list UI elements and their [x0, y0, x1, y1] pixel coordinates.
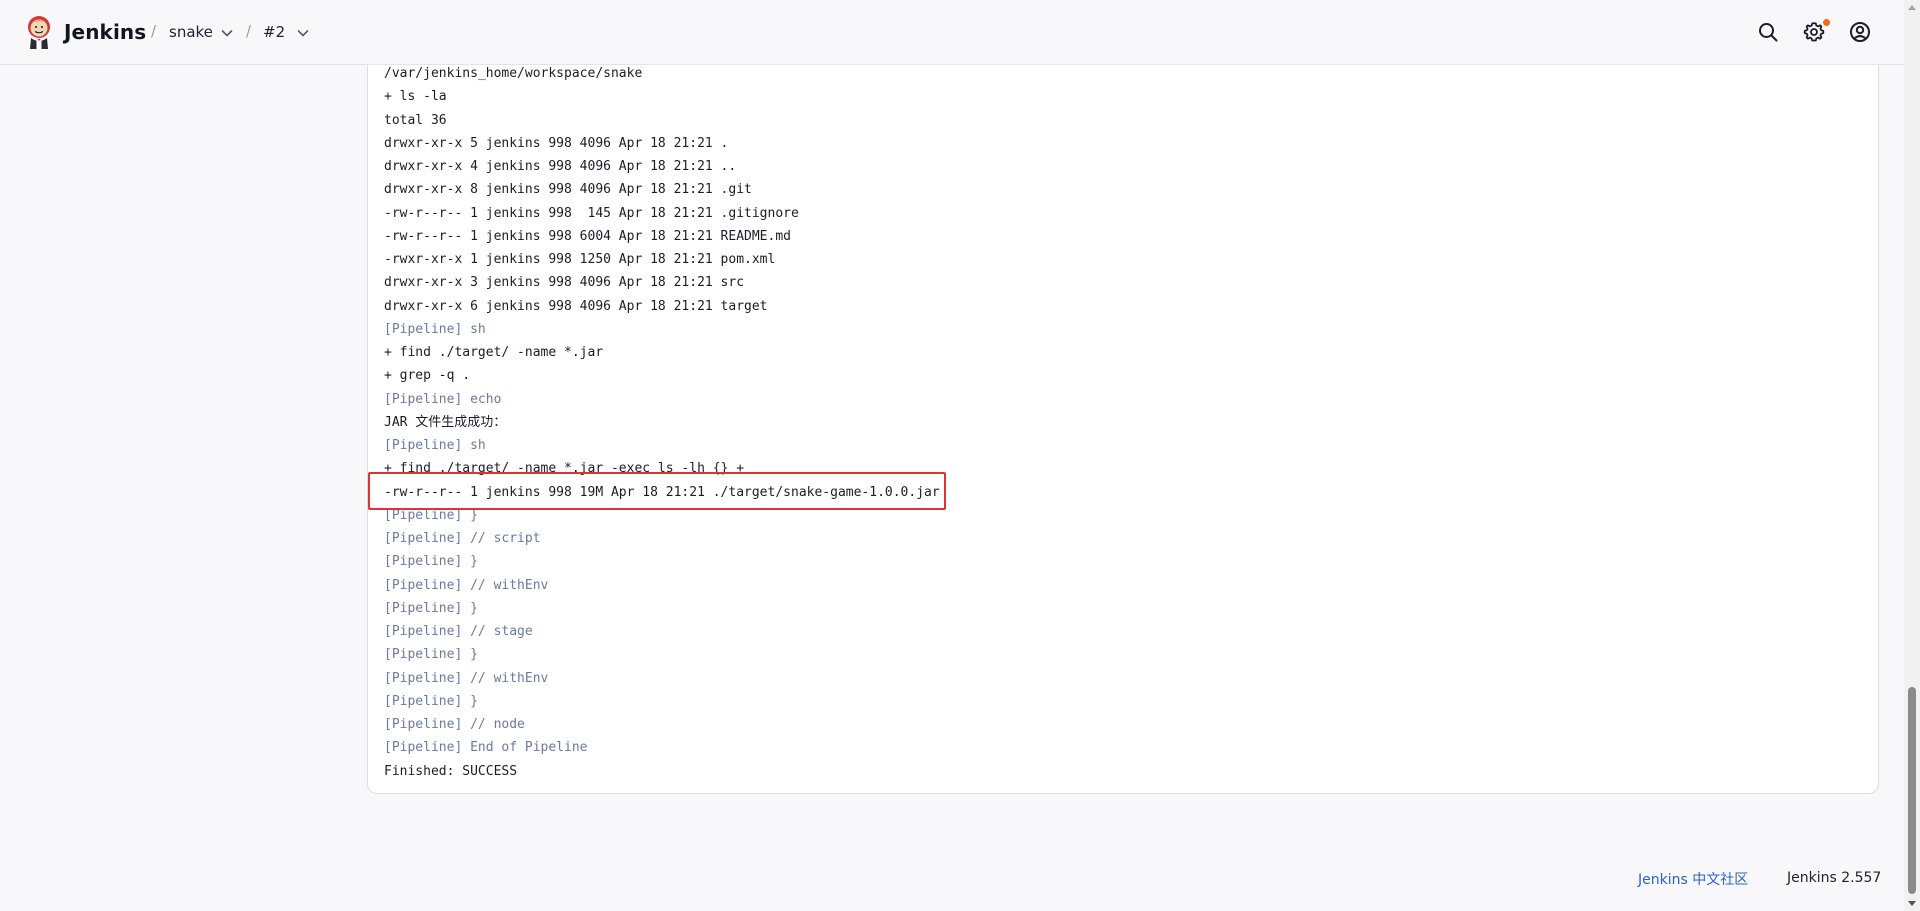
output-log-line: drwxr-xr-x 4 jenkins 998 4096 Apr 18 21:… [384, 159, 737, 174]
pipeline-log-line: [Pipeline] End of Pipeline [384, 740, 588, 756]
pipeline-log-line: [Pipeline] } [384, 554, 478, 570]
pipeline-log-line: [Pipeline] // stage [384, 624, 533, 639]
output-log-line: total 36 [384, 112, 447, 128]
jenkins-brand-link[interactable]: Jenkins [64, 20, 146, 44]
pipeline-log-line: [Pipeline] } [384, 600, 478, 616]
chevron-down-icon[interactable] [219, 25, 235, 41]
breadcrumb-separator: / [246, 22, 252, 40]
output-log-line: + find ./target/ -name *.jar -exec ls -l… [384, 461, 745, 477]
output-log-line: -rw-r--r-- 1 jenkins 998 145 Apr 18 21:2… [384, 205, 799, 221]
search-icon[interactable] [1756, 20, 1780, 44]
breadcrumb-job-snake[interactable]: snake [169, 23, 213, 41]
jenkins-logo-icon[interactable] [24, 14, 54, 50]
pipeline-log-line: [Pipeline] } [384, 507, 478, 523]
output-log-line: -rw-r--r-- 1 jenkins 998 19M Apr 18 21:2… [384, 484, 940, 500]
chevron-down-icon[interactable] [295, 25, 311, 41]
pipeline-log-line: [Pipeline] // script [384, 531, 541, 546]
pipeline-log-line: [Pipeline] // node [384, 717, 525, 732]
output-log-line: drwxr-xr-x 3 jenkins 998 4096 Apr 18 21:… [384, 275, 745, 291]
output-log-line: /var/jenkins_home/workspace/snake [384, 66, 643, 81]
pipeline-log-line: [Pipeline] // withEnv [384, 577, 549, 593]
scroll-up-arrow-icon[interactable] [1908, 5, 1916, 10]
output-log-line: + grep -q . [384, 368, 471, 384]
breadcrumb-separator: / [151, 22, 157, 40]
scrollbar-thumb[interactable] [1908, 687, 1916, 894]
footer-version-button[interactable]: Jenkins 2.557 [1787, 870, 1881, 886]
notification-dot [1823, 19, 1830, 26]
user-account-icon[interactable] [1848, 20, 1872, 44]
output-log-line: -rw-r--r-- 1 jenkins 998 6004 Apr 18 21:… [384, 228, 791, 244]
output-log-line: JAR 文件生成成功： [384, 414, 507, 430]
output-log-line: -rwxr-xr-x 1 jenkins 998 1250 Apr 18 21:… [384, 252, 776, 267]
pipeline-log-line: [Pipeline] sh [384, 321, 486, 337]
scroll-down-arrow-icon[interactable] [1908, 901, 1916, 906]
pipeline-log-line: [Pipeline] // withEnv [384, 670, 549, 686]
console-log: /var/jenkins_home/workspace/snake + ls -l… [384, 62, 940, 783]
output-log-line: drwxr-xr-x 6 jenkins 998 4096 Apr 18 21:… [384, 298, 768, 314]
pipeline-log-line: [Pipeline] sh [384, 438, 486, 453]
output-log-line: + find ./target/ -name *.jar [384, 345, 604, 360]
output-log-line: + ls -la [384, 89, 447, 105]
pipeline-log-line: [Pipeline] } [384, 693, 478, 709]
top-header: Jenkins / snake / #2 [0, 0, 1904, 65]
output-log-line: drwxr-xr-x 8 jenkins 998 4096 Apr 18 21:… [384, 182, 752, 198]
breadcrumb-build-2[interactable]: #2 [263, 23, 285, 41]
pipeline-log-line: [Pipeline] } [384, 647, 478, 663]
pipeline-log-line: [Pipeline] echo [384, 391, 502, 407]
footer-community-link[interactable]: Jenkins 中文社区 [1638, 869, 1748, 889]
output-log-line: Finished: SUCCESS [384, 763, 518, 779]
output-log-line: drwxr-xr-x 5 jenkins 998 4096 Apr 18 21:… [384, 135, 729, 151]
jenkins-butler-icon [28, 16, 50, 49]
page-scrollbar[interactable] [1904, 0, 1920, 911]
